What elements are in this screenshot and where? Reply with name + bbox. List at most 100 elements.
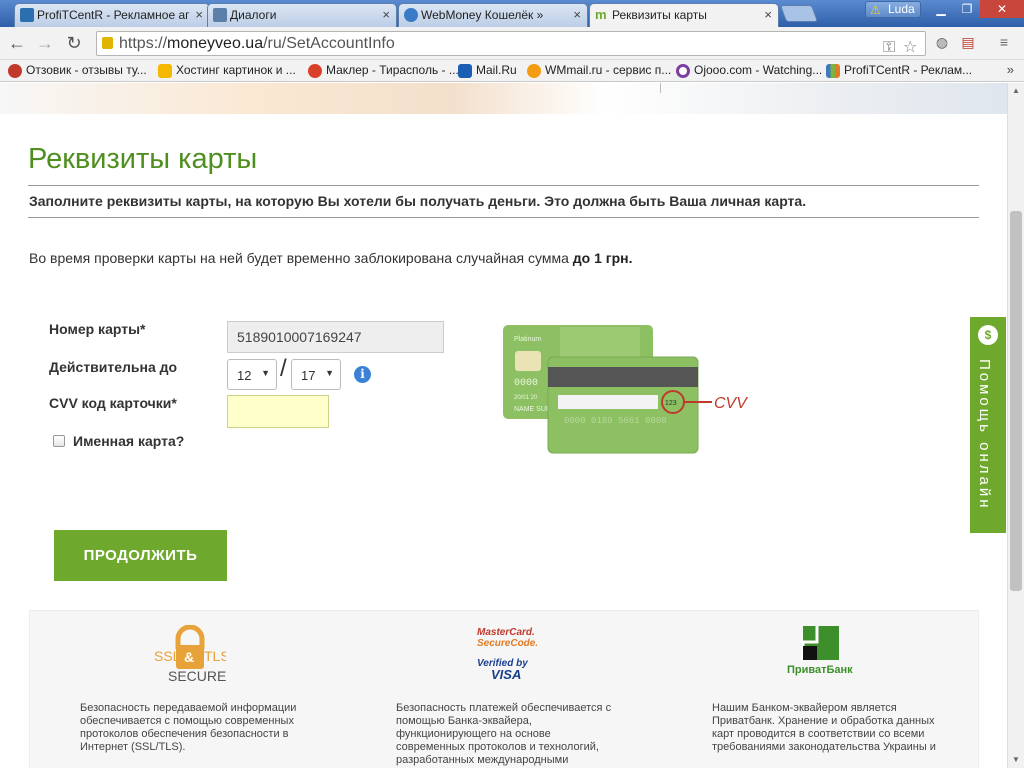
card-number-input[interactable]: [227, 321, 444, 353]
divider: [28, 217, 979, 218]
continue-button[interactable]: ПРОДОЛЖИТЬ: [54, 530, 227, 581]
lock-icon: [102, 37, 113, 49]
hold-notice-text: Во время проверки карты на ней будет вре…: [29, 250, 573, 266]
menu-icon[interactable]: ≡: [994, 34, 1014, 52]
moneyveo-favicon-icon: m: [595, 7, 607, 22]
bookmark-ojooo[interactable]: Ojooo.com - Watching...: [676, 63, 823, 78]
bookmark-label: Ojooo.com - Watching...: [694, 63, 823, 77]
card-front-number: 0000: [514, 378, 538, 389]
ojooo-icon: [676, 64, 690, 78]
info-icon[interactable]: i: [354, 366, 371, 383]
page-title: Реквизиты карты: [28, 143, 258, 175]
card-front-date: 20/01 20: [514, 395, 538, 401]
profitcentr-favicon-icon: [20, 8, 34, 22]
lead-text: Заполните реквизиты карты, на которую Вы…: [29, 193, 807, 209]
bookmark-profitcentr[interactable]: ProfiTCentR - Реклам...: [826, 63, 973, 78]
profile-button[interactable]: ⚠ Luda: [865, 1, 921, 18]
tab-title: Реквизиты карты: [612, 8, 707, 22]
bookmark-otzovik[interactable]: Отзовик - отзывы ту...: [8, 63, 147, 78]
expiry-month-select[interactable]: 12 ▼: [227, 359, 277, 390]
more-bookmarks-button[interactable]: »: [1007, 62, 1014, 77]
scroll-down-arrow-icon[interactable]: ▼: [1008, 752, 1024, 768]
date-separator: /: [280, 355, 287, 382]
bar-chart-icon: [826, 64, 840, 78]
bookmark-label: Отзовик - отзывы ту...: [26, 63, 147, 77]
expiry-month-value: 12: [237, 368, 252, 383]
close-icon[interactable]: ×: [382, 7, 390, 22]
card-front-name: NAME SUR: [514, 406, 551, 413]
online-help-button[interactable]: $ Помощь онлайн: [970, 317, 1006, 533]
address-bar[interactable]: https://moneyveo.ua/ru/SetAccountInfo ⚿ …: [96, 31, 926, 56]
minimize-button[interactable]: ▁: [928, 0, 954, 18]
extension-globe-icon[interactable]: ◍: [932, 34, 952, 52]
ssl-text: SSL: [154, 648, 181, 664]
tab-webmoney[interactable]: WebMoney Кошелёк » ×: [398, 3, 588, 27]
acquirer-security-text: Безопасность платежей обеспечивается с п…: [396, 702, 612, 766]
privatbank-logo: ПриватБанк: [787, 626, 853, 676]
bookmark-wmmail[interactable]: WMmail.ru - сервис п...: [527, 63, 672, 78]
mastercard-visa-logo: MasterCard. SecureCode. Verified by VISA: [477, 627, 537, 682]
expiry-year-select[interactable]: 17 ▼: [291, 359, 341, 390]
cvv-label: CVV код карточки*: [49, 395, 177, 411]
bookmark-label: WMmail.ru - сервис п...: [545, 63, 672, 77]
close-window-button[interactable]: ✕: [980, 0, 1024, 18]
scroll-thumb[interactable]: [1010, 211, 1022, 591]
close-icon[interactable]: ×: [764, 7, 772, 22]
online-help-label: Помощь онлайн: [976, 359, 993, 511]
tls-text: TLS: [204, 648, 226, 664]
mastercard-text: MasterCard.: [477, 627, 535, 638]
tab-strip: ProfiTCentR - Рекламное аг × Диалоги × W…: [0, 0, 1024, 28]
close-icon[interactable]: ×: [573, 7, 581, 22]
tab-profitcentr[interactable]: ProfiTCentR - Рекламное аг ×: [14, 3, 210, 27]
visa-text: VISA: [491, 667, 521, 682]
card-back-graphic: 0000 0189 5661 0000 123 CVV: [547, 356, 748, 454]
bookmark-hosting[interactable]: Хостинг картинок и ...: [158, 63, 296, 78]
privatbank-text: Нашим Банком-эквайером является Приватба…: [712, 702, 936, 753]
bookmark-label: Маклер - Тирасполь - ...: [326, 63, 459, 77]
tab-title: ProfiTCentR - Рекламное аг: [37, 8, 190, 22]
security-footer: SSL & TLS SECURE MasterCard. SecureCode.…: [29, 610, 979, 768]
maximize-button[interactable]: ❐: [954, 0, 980, 18]
close-icon[interactable]: ×: [195, 7, 203, 22]
hold-amount: до 1 грн.: [572, 250, 633, 266]
card-front-label: Platinum: [514, 336, 541, 343]
forward-button[interactable]: →: [34, 33, 56, 55]
bookmark-mailru[interactable]: Mail.Ru: [458, 63, 517, 78]
scroll-up-arrow-icon[interactable]: ▲: [1008, 83, 1024, 99]
bookmark-makler[interactable]: Маклер - Тирасполь - ...: [308, 63, 459, 78]
secure-text: SECURE: [168, 668, 226, 683]
globe-favicon-icon: [404, 8, 418, 22]
ssl-ampersand: &: [184, 649, 194, 665]
cvv-caption: CVV: [714, 395, 748, 412]
valid-until-label: Действительна до: [49, 359, 178, 375]
hold-notice: Во время проверки карты на ней будет вре…: [29, 250, 633, 266]
page-scrollbar[interactable]: ▲ ▼: [1007, 83, 1024, 768]
new-tab-button[interactable]: [779, 5, 819, 22]
url-host: moneyveo.ua: [167, 35, 264, 52]
bookmarks-bar: Отзовик - отзывы ту... Хостинг картинок …: [0, 60, 1024, 82]
tab-title: WebMoney Кошелёк »: [421, 8, 544, 22]
reload-button[interactable]: ↻: [63, 33, 85, 55]
dropdown-arrow-icon: ▼: [261, 368, 270, 378]
profile-name: Luda: [888, 2, 915, 16]
named-card-checkbox[interactable]: [53, 435, 65, 447]
bookmark-label: Mail.Ru: [476, 63, 517, 77]
page-viewport: Реквизиты карты Заполните реквизиты карт…: [0, 83, 1007, 768]
toolbar: ← → ↻ https://moneyveo.ua/ru/SetAccountI…: [0, 27, 1024, 60]
divider: [28, 185, 979, 186]
named-card-label: Именная карта?: [73, 433, 185, 449]
tab-card-details[interactable]: m Реквизиты карты ×: [589, 3, 779, 28]
extension-flag-icon[interactable]: ▤: [958, 34, 978, 52]
url-scheme: https://: [119, 35, 168, 52]
url-path: /ru/SetAccountInfo: [263, 35, 395, 52]
star-icon[interactable]: ☆: [903, 36, 917, 59]
card-back-number: 0000 0189 5661 0000: [564, 416, 667, 426]
tab-dialogs[interactable]: Диалоги ×: [207, 3, 397, 27]
cvv-input[interactable]: [227, 395, 329, 428]
wmmail-icon: [527, 64, 541, 78]
bookmark-label: ProfiTCentR - Реклам...: [844, 63, 973, 77]
otzovik-icon: [8, 64, 22, 78]
back-button[interactable]: ←: [6, 33, 28, 55]
card-back-cvv-code: 123: [665, 400, 677, 407]
key-icon[interactable]: ⚿: [883, 36, 895, 59]
